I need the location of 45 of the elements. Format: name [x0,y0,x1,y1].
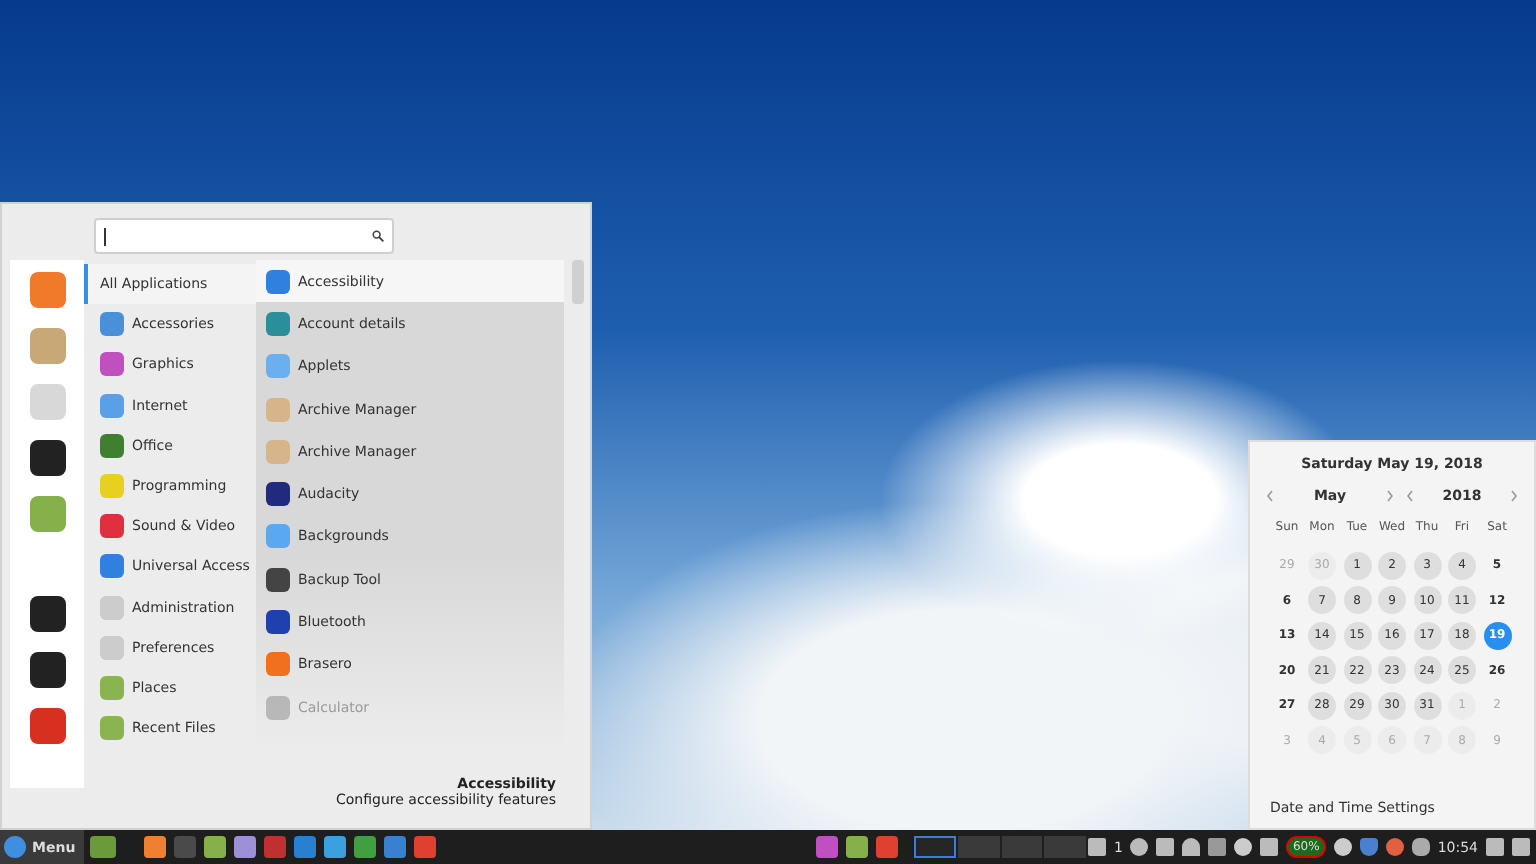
app-icon [266,311,290,336]
previous-year-button[interactable] [1406,490,1414,502]
launcher-icon[interactable] [263,836,286,858]
app-icon [266,397,290,422]
launcher-icon[interactable] [323,836,346,858]
app-icon [266,610,290,635]
window-icon[interactable] [876,836,899,858]
category-icon [100,433,124,458]
next-month-button[interactable] [1386,490,1394,502]
workspace-button[interactable] [914,836,956,858]
category-icon [100,474,124,499]
launcher-icon[interactable] [233,836,256,858]
search-icon [372,230,384,242]
app-icon [266,524,290,549]
app-icon [266,269,290,294]
category-icon [100,675,124,700]
app-icon [266,439,290,464]
app-icon[interactable] [29,272,65,308]
category-icon [100,393,124,418]
logo-icon [4,836,26,858]
search-field[interactable] [94,218,394,254]
category-icon [100,635,124,660]
launcher-icon[interactable] [353,836,376,858]
app-icon [266,567,290,592]
launcher-icon[interactable] [413,836,436,858]
app-icon [266,354,290,379]
launcher-icon[interactable] [143,836,166,858]
app-icon [266,652,290,677]
category-icon [100,595,124,620]
launcher-icon[interactable] [203,836,226,858]
launcher-icon[interactable] [383,836,406,858]
app-icon [266,482,290,507]
previous-month-button[interactable] [1266,490,1274,502]
category-icon [100,716,124,741]
category-icon [100,554,124,579]
text-cursor [104,227,106,245]
app-icon [266,695,290,720]
desktop-icon[interactable] [89,836,116,858]
next-year-button[interactable] [1510,490,1518,502]
launcher-icon[interactable] [293,836,316,858]
category-icon [100,352,124,377]
category-icon [100,514,124,539]
window-icon[interactable] [816,836,839,858]
category-icon [100,312,124,337]
scrollbar-thumb[interactable] [572,260,584,304]
